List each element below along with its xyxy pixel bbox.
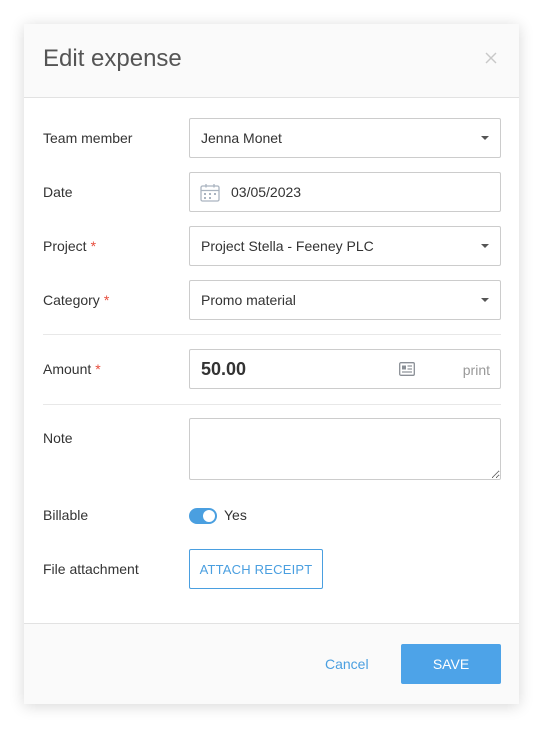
required-mark: * [95,361,101,377]
category-label-text: Category [43,292,100,308]
team-member-row: Team member Jenna Monet [43,118,501,158]
modal-title: Edit expense [43,45,182,72]
billable-label: Billable [43,507,89,523]
attachment-label: File attachment [43,561,139,577]
id-card-icon[interactable] [399,362,415,376]
attach-receipt-button[interactable]: ATTACH RECEIPT [189,549,323,589]
note-textarea[interactable] [189,418,501,480]
attachment-row: File attachment ATTACH RECEIPT [43,549,501,589]
edit-expense-modal: Edit expense Team member Jenna Monet Dat… [24,24,519,704]
required-mark: * [103,292,110,308]
required-mark: * [90,238,97,254]
chevron-down-icon [481,298,489,302]
calendar-icon [200,183,220,205]
toggle-knob [203,510,215,522]
project-select[interactable]: Project Stella - Feeney PLC [189,226,501,266]
close-icon[interactable] [481,48,501,68]
cancel-button[interactable]: Cancel [325,656,369,672]
billable-row: Billable Yes [43,506,501,526]
amount-label-text: Amount [43,361,92,377]
date-value: 03/05/2023 [231,184,302,200]
note-row: Note [43,418,501,482]
print-label[interactable]: print [463,362,490,378]
team-member-label: Team member [43,130,133,146]
project-value: Project Stella - Feeney PLC [201,238,374,254]
chevron-down-icon [481,136,489,140]
billable-state-label: Yes [224,507,247,523]
project-row: Project * Project Stella - Feeney PLC [43,226,501,266]
chevron-down-icon [481,244,489,248]
category-row: Category * Promo material [43,280,501,320]
date-row: Date 03/05/2023 [43,172,501,212]
amount-row: Amount * 50.00 print [43,349,501,389]
date-input[interactable]: 03/05/2023 [189,172,501,212]
save-button[interactable]: SAVE [401,644,501,684]
amount-label: Amount * [43,361,101,377]
team-member-select[interactable]: Jenna Monet [189,118,501,158]
divider [43,334,501,335]
category-label: Category * [43,292,109,308]
divider [43,404,501,405]
amount-value: 50.00 [201,359,247,379]
modal-footer: Cancel SAVE [24,623,519,704]
modal-header: Edit expense [24,24,519,98]
project-label-text: Project [43,238,87,254]
note-label: Note [43,430,73,446]
category-value: Promo material [201,292,296,308]
team-member-value: Jenna Monet [201,130,282,146]
billable-toggle[interactable] [189,508,217,524]
amount-input[interactable]: 50.00 print [189,349,501,389]
date-label: Date [43,184,73,200]
project-label: Project * [43,238,96,254]
category-select[interactable]: Promo material [189,280,501,320]
